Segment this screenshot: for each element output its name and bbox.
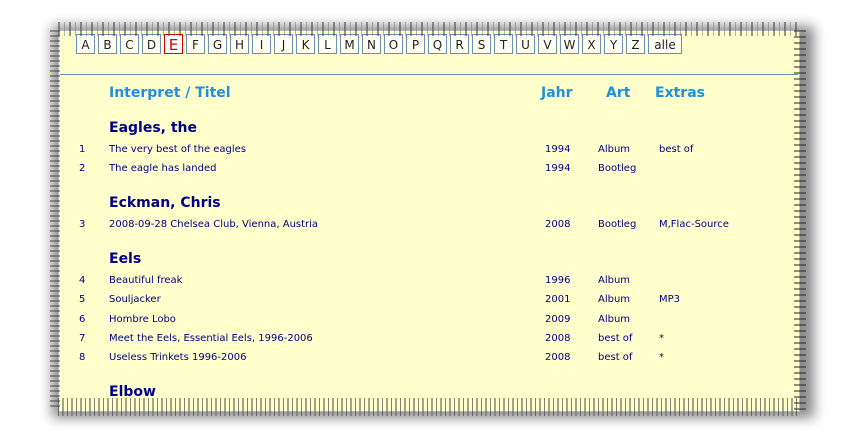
letter-link-b[interactable]: B [98,34,117,54]
column-header-type[interactable]: Art [606,85,630,101]
header-divider [60,74,798,75]
release-row[interactable]: 7 Meet the Eels, Essential Eels, 1996-200… [0,331,855,347]
letter-link-z[interactable]: Z [626,34,645,54]
release-type: Bootleg [598,219,637,230]
release-type: Album [598,144,631,155]
column-header-extras[interactable]: Extras [655,85,705,101]
letter-link-o[interactable]: O [384,34,403,54]
letter-link-k[interactable]: K [296,34,315,54]
column-header-title[interactable]: Interpret / Titel [109,85,231,101]
release-row[interactable]: 3 2008-09-28 Chelsea Club, Vienna, Austri… [0,217,855,233]
release-title[interactable]: Souljacker [109,294,161,305]
letter-link-g[interactable]: G [208,34,227,54]
letter-link-p[interactable]: P [406,34,425,54]
release-type: Album [598,275,631,286]
row-number: 7 [79,333,86,344]
release-extras: * [659,352,664,363]
release-title[interactable]: Useless Trinkets 1996-2006 [109,352,246,363]
letter-link-i[interactable]: I [252,34,271,54]
release-year: 2009 [545,314,571,325]
release-year: 1994 [545,144,571,155]
release-row[interactable]: 8 Useless Trinkets 1996-2006 2008 best of * [0,350,855,366]
release-title[interactable]: The eagle has landed [109,163,216,174]
release-row[interactable]: 4 Beautiful freak 1996 Album [0,273,855,289]
letter-link-u[interactable]: U [516,34,535,54]
release-row[interactable]: 6 Hombre Lobo 2009 Album [0,312,855,328]
release-title[interactable]: The very best of the eagles [109,144,246,155]
letter-link-v[interactable]: V [538,34,557,54]
letter-link-f[interactable]: F [186,34,205,54]
release-title[interactable]: Hombre Lobo [109,314,176,325]
row-number: 8 [79,352,86,363]
release-title[interactable]: Meet the Eels, Essential Eels, 1996-2006 [109,333,313,344]
letter-link-s[interactable]: S [472,34,491,54]
release-year: 1996 [545,275,571,286]
release-year: 2008 [545,352,571,363]
letter-link-h[interactable]: H [230,34,249,54]
letter-link-l[interactable]: L [318,34,337,54]
letter-link-x[interactable]: X [582,34,601,54]
letter-link-d[interactable]: D [142,34,161,54]
row-number: 4 [79,275,86,286]
column-header-year[interactable]: Jahr [541,85,573,101]
letter-link-c[interactable]: C [120,34,139,54]
letter-link-j[interactable]: J [274,34,293,54]
row-number: 1 [79,144,86,155]
release-type: Bootleg [598,163,637,174]
letter-link-m[interactable]: M [340,34,359,54]
release-extras: best of [659,144,694,155]
release-row[interactable]: 2 The eagle has landed 1994 Bootleg [0,161,855,177]
row-number: 6 [79,314,86,325]
artist-heading[interactable]: Eels [109,251,141,267]
letter-link-alle[interactable]: alle [648,34,682,54]
release-year: 1994 [545,163,571,174]
row-number: 3 [79,219,86,230]
release-type: best of [598,333,633,344]
letter-link-y[interactable]: Y [604,34,623,54]
letter-link-w[interactable]: W [560,34,579,54]
release-type: Album [598,294,631,305]
release-type: best of [598,352,633,363]
letter-link-r[interactable]: R [450,34,469,54]
release-row[interactable]: 5 Souljacker 2001 Album MP3 [0,292,855,308]
artist-heading[interactable]: Eckman, Chris [109,195,221,211]
row-number: 2 [79,163,86,174]
release-title[interactable]: Beautiful freak [109,275,182,286]
artist-heading[interactable]: Eagles, the [109,120,197,136]
release-year: 2008 [545,219,571,230]
release-year: 2008 [545,333,571,344]
release-extras: * [659,333,664,344]
artist-heading[interactable]: Elbow [109,384,156,400]
release-row[interactable]: 1 The very best of the eagles 1994 Album bes… [0,142,855,158]
letter-link-q[interactable]: Q [428,34,447,54]
row-number: 5 [79,294,86,305]
letter-link-n[interactable]: N [362,34,381,54]
release-title[interactable]: 2008-09-28 Chelsea Club, Vienna, Austria [109,219,318,230]
letter-link-a[interactable]: A [76,34,95,54]
release-extras: MP3 [659,294,681,305]
letter-navigation: A B C D E F G H I J K L M N O P Q R S T U V W X Y Zalle [76,34,682,56]
release-extras: M,Flac-Source [659,219,729,230]
letter-link-e[interactable]: E [164,34,183,54]
release-year: 2001 [545,294,571,305]
release-type: Album [598,314,631,325]
letter-link-t[interactable]: T [494,34,513,54]
